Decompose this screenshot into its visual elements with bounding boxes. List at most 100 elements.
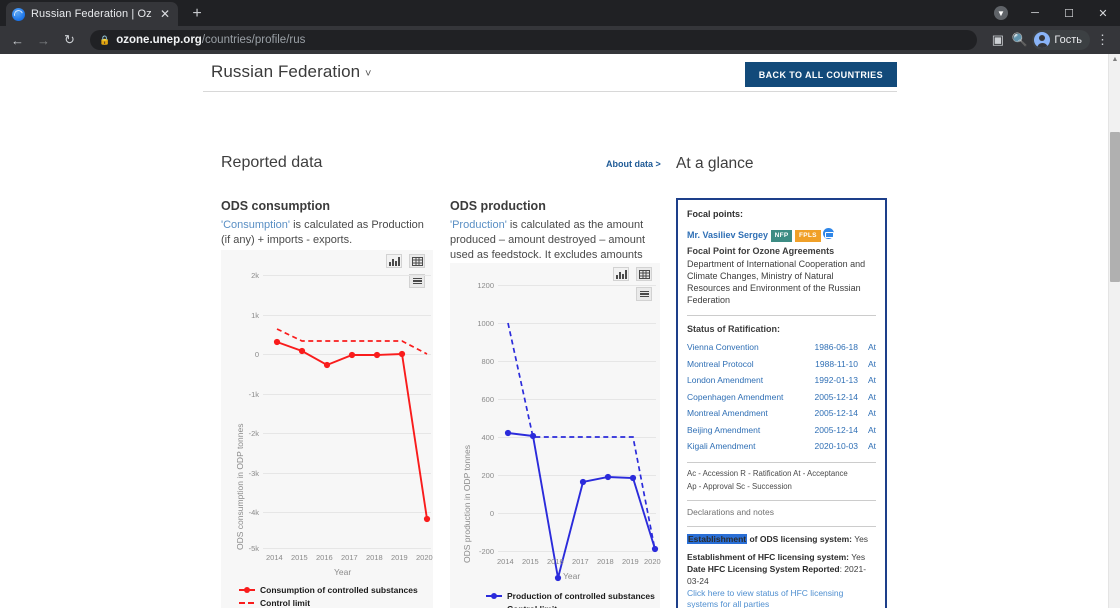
x-tick: 2015	[291, 553, 308, 562]
legend-marker-dashed-icon	[239, 599, 255, 607]
focal-person-name[interactable]: Mr. Vasiliev Sergey	[687, 230, 768, 240]
x-tick: 2018	[366, 553, 383, 562]
divider	[687, 526, 876, 528]
back-icon[interactable]: ←	[8, 31, 27, 50]
declarations-and-notes-link[interactable]: Declarations and notes	[687, 507, 876, 518]
divider	[687, 499, 876, 501]
table-row[interactable]: Kigali Amendment 2020-10-03 At	[687, 439, 876, 455]
window-controls: ▼ ─ ☐ ✕	[984, 0, 1120, 26]
production-term-link[interactable]: 'Production'	[450, 219, 507, 231]
consumption-data-points	[273, 338, 431, 523]
ratification-key-line1: Ac - Accession R - Ratification At - Acc…	[687, 469, 848, 479]
scroll-up-arrow-icon[interactable]: ▲	[1111, 56, 1119, 63]
table-row[interactable]: Montreal Protocol 1988-11-10 At	[687, 356, 876, 372]
chevron-down-icon: ˅	[365, 68, 372, 80]
divider	[687, 462, 876, 464]
x-tick: 2015	[522, 557, 539, 566]
table-row[interactable]: Copenhagen Amendment 2005-12-14 At	[687, 389, 876, 405]
hfc-licensing-line: Establishment of HFC licensing system: Y…	[687, 552, 876, 563]
production-legend: Production of controlled substances Cont…	[486, 591, 655, 608]
minimize-button[interactable]: ─	[1018, 0, 1052, 26]
x-tick: 2017	[572, 557, 589, 566]
ods-consumption-chart[interactable]: ODS consumption in ODP tonnes 2k 1k 0 -1…	[221, 250, 433, 608]
envelope-icon[interactable]	[823, 228, 835, 240]
legend-item[interactable]: Control limit	[486, 604, 655, 608]
tab-strip: Russian Federation | Ozone Secre ✕ + ▼ ─…	[0, 0, 1120, 26]
x-tick: 2016	[316, 553, 333, 562]
ods-production-title: ODS production	[450, 199, 546, 213]
country-header-bar: Russian Federation ˅ BACK TO ALL COUNTRI…	[203, 62, 897, 92]
close-icon[interactable]: ✕	[158, 7, 172, 21]
close-window-button[interactable]: ✕	[1086, 0, 1120, 26]
legend-item[interactable]: Production of controlled substances	[486, 591, 655, 601]
hfc-status-link[interactable]: Click here to view status of HFC licensi…	[687, 588, 876, 608]
focal-person-row: Mr. Vasiliev Sergey NFP FPLS	[687, 228, 876, 242]
x-tick: 2020	[644, 557, 661, 566]
treaty-date: 1988-11-10	[815, 358, 858, 369]
search-icon[interactable]: 🔍	[1010, 31, 1029, 50]
treaty-type: At	[867, 408, 876, 419]
back-to-all-countries-button[interactable]: BACK TO ALL COUNTRIES	[744, 62, 897, 87]
browser-toolbar: ← → ↻ 🔒 ozone.unep.org/countries/profile…	[0, 26, 1120, 54]
ods-consumption-description: 'Consumption' is calculated as Productio…	[221, 218, 436, 248]
page-content: Russian Federation ˅ BACK TO ALL COUNTRI…	[0, 54, 1108, 608]
focal-points-heading: Focal points:	[687, 209, 743, 219]
legend-label: Control limit	[507, 604, 557, 608]
site-favicon	[12, 7, 25, 21]
legend-item[interactable]: Control limit	[239, 598, 418, 608]
url-host: ozone.unep.org	[116, 34, 202, 46]
legend-marker-solid-icon	[486, 592, 502, 600]
country-name-label: Russian Federation	[211, 62, 361, 81]
x-tick: 2019	[391, 553, 408, 562]
at-a-glance-panel: Focal points: Mr. Vasiliev Sergey NFP FP…	[676, 198, 887, 608]
at-a-glance-title: At a glance	[676, 155, 754, 172]
profile-label: Гость	[1054, 34, 1082, 46]
treaty-type: At	[867, 441, 876, 452]
x-tick: 2020	[416, 553, 433, 562]
table-row[interactable]: Beijing Amendment 2005-12-14 At	[687, 422, 876, 438]
browser-tab[interactable]: Russian Federation | Ozone Secre ✕	[6, 2, 178, 26]
ods-licensing-line: Establishment of ODS licensing system: Y…	[687, 534, 876, 545]
forward-icon[interactable]: →	[34, 31, 53, 50]
treaty-name: Copenhagen Amendment	[687, 391, 784, 402]
legend-label: Production of controlled substances	[507, 591, 655, 601]
about-data-link[interactable]: About data >	[606, 159, 661, 169]
treaty-name: Beijing Amendment	[687, 424, 761, 435]
page-viewport: Russian Federation ˅ BACK TO ALL COUNTRI…	[0, 54, 1120, 608]
new-tab-button[interactable]: +	[188, 5, 206, 23]
selected-text-highlight: Establishment	[687, 534, 748, 545]
table-row[interactable]: Montreal Amendment 2005-12-14 At	[687, 406, 876, 422]
focal-person-department: Department of International Cooperation …	[687, 259, 866, 306]
ods-production-chart[interactable]: ODS production in ODP tonnes 1200 1000 8…	[450, 263, 661, 608]
treaty-name: Vienna Convention	[687, 342, 759, 353]
ratification-heading: Status of Ratification:	[687, 323, 781, 334]
table-row[interactable]: London Amendment 1992-01-13 At	[687, 373, 876, 389]
scrollbar-thumb[interactable]	[1110, 132, 1120, 282]
url-text: ozone.unep.org/countries/profile/rus	[116, 34, 305, 46]
x-tick: 2019	[622, 557, 639, 566]
country-selector[interactable]: Russian Federation ˅	[203, 62, 372, 82]
treaty-type: At	[867, 424, 876, 435]
page-scrollbar[interactable]: ▲	[1108, 54, 1120, 608]
legend-item[interactable]: Consumption of controlled substances	[239, 585, 418, 595]
hfc-date-label: Date HFC Licensing System Reported	[687, 564, 840, 575]
treaty-name: Montreal Protocol	[687, 358, 754, 369]
profile-button[interactable]: Гость	[1032, 30, 1090, 50]
browser-window: Russian Federation | Ozone Secre ✕ + ▼ ─…	[0, 0, 1120, 608]
consumption-x-axis-title: Year	[334, 567, 352, 577]
avatar	[1034, 32, 1051, 48]
treaty-type: At	[867, 391, 876, 402]
consumption-term-link[interactable]: 'Consumption'	[221, 219, 290, 231]
maximize-button[interactable]: ☐	[1052, 0, 1086, 26]
treaty-date: 2020-10-03	[814, 441, 858, 452]
address-bar[interactable]: 🔒 ozone.unep.org/countries/profile/rus	[90, 30, 978, 50]
treaty-name: Montreal Amendment	[687, 408, 768, 419]
page-title: Reported data	[221, 154, 323, 171]
update-badge-icon[interactable]: ▼	[984, 0, 1018, 26]
translate-icon[interactable]: ▣	[988, 31, 1007, 50]
browser-menu-icon[interactable]: ⋮	[1093, 31, 1112, 50]
reload-icon[interactable]: ↻	[60, 31, 79, 50]
url-path: /countries/profile/rus	[201, 34, 306, 46]
legend-marker-solid-icon	[239, 586, 255, 594]
table-row[interactable]: Vienna Convention 1986-06-18 At	[687, 340, 876, 356]
